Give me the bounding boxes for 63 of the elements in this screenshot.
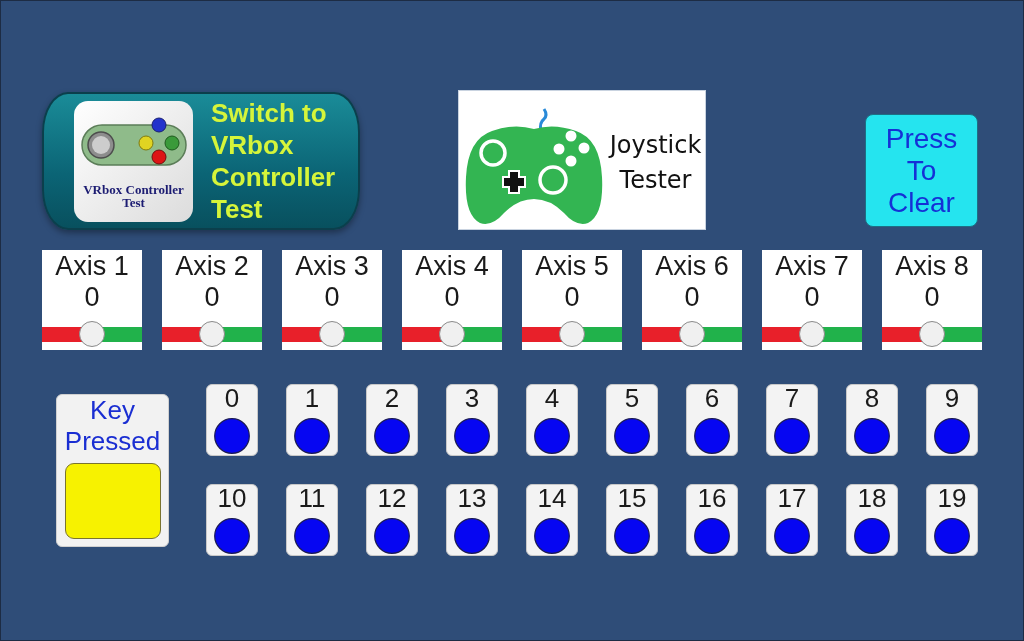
key-number: 3 (464, 385, 480, 411)
axis-label: Axis 1 (55, 251, 129, 282)
axis-value: 0 (564, 282, 580, 313)
axis-value: 0 (924, 282, 940, 313)
indicator-dot-icon (374, 418, 410, 454)
gamepad-icon (464, 107, 604, 227)
indicator-dot-icon (614, 418, 650, 454)
indicator-dot-icon (214, 418, 250, 454)
indicator-dot-icon (694, 418, 730, 454)
axis-label: Axis 3 (295, 251, 369, 282)
axis-label: Axis 4 (415, 251, 489, 282)
key-number: 18 (857, 485, 887, 511)
key-number: 0 (224, 385, 240, 411)
logo-caption: VRbox Controller Test (82, 182, 185, 209)
indicator-dot-icon (774, 518, 810, 554)
axis-value: 0 (804, 282, 820, 313)
indicator-dot-icon (454, 418, 490, 454)
axis-label: Axis 6 (655, 251, 729, 282)
key-number: 7 (784, 385, 800, 411)
key-number: 12 (377, 485, 407, 511)
indicator-dot-icon (534, 518, 570, 554)
key-number: 4 (544, 385, 560, 411)
axis-value: 0 (324, 282, 340, 313)
key-number: 2 (384, 385, 400, 411)
axis-label: Axis 5 (535, 251, 609, 282)
indicator-dot-icon (854, 518, 890, 554)
axis-label: Axis 2 (175, 251, 249, 282)
key-number: 16 (697, 485, 727, 511)
key-number: 5 (624, 385, 640, 411)
switch-controller-button[interactable]: VRbox Controller Test Switch to VRbox Controller Test (42, 92, 360, 230)
indicator-dot-icon (454, 518, 490, 554)
key-number: 14 (537, 485, 567, 511)
key-number: 1 (304, 385, 320, 411)
indicator-dot-icon (214, 518, 250, 554)
indicator-dot-icon (774, 418, 810, 454)
indicator-dot-icon (374, 518, 410, 554)
indicator-dot-icon (534, 418, 570, 454)
key-number: 11 (298, 485, 326, 511)
gamepad-icon (80, 116, 187, 169)
indicator-dot-icon (694, 518, 730, 554)
axis-value: 0 (84, 282, 100, 313)
key-number: 8 (864, 385, 880, 411)
indicator-dot-icon (614, 518, 650, 554)
indicator-dot-icon (934, 418, 970, 454)
key-number: 13 (457, 485, 487, 511)
indicator-dot-icon (934, 518, 970, 554)
key-number: 9 (944, 385, 960, 411)
axis-label: Axis 7 (775, 251, 849, 282)
axis-value: 0 (444, 282, 460, 313)
clear-button[interactable]: Press To Clear (865, 114, 978, 227)
axis-value: 0 (684, 282, 700, 313)
indicator-dot-icon (294, 418, 330, 454)
key-number: 10 (217, 485, 247, 511)
axis-value: 0 (204, 282, 220, 313)
indicator-dot-icon (294, 518, 330, 554)
key-number: 17 (777, 485, 807, 511)
axis-label: Axis 8 (895, 251, 969, 282)
indicator-dot-icon (854, 418, 890, 454)
key-number: 19 (937, 485, 967, 511)
logo-text: Joystick Tester (607, 130, 703, 196)
panel-label: Key Pressed (63, 395, 162, 457)
key-number: 6 (704, 385, 720, 411)
key-number: 15 (617, 485, 647, 511)
